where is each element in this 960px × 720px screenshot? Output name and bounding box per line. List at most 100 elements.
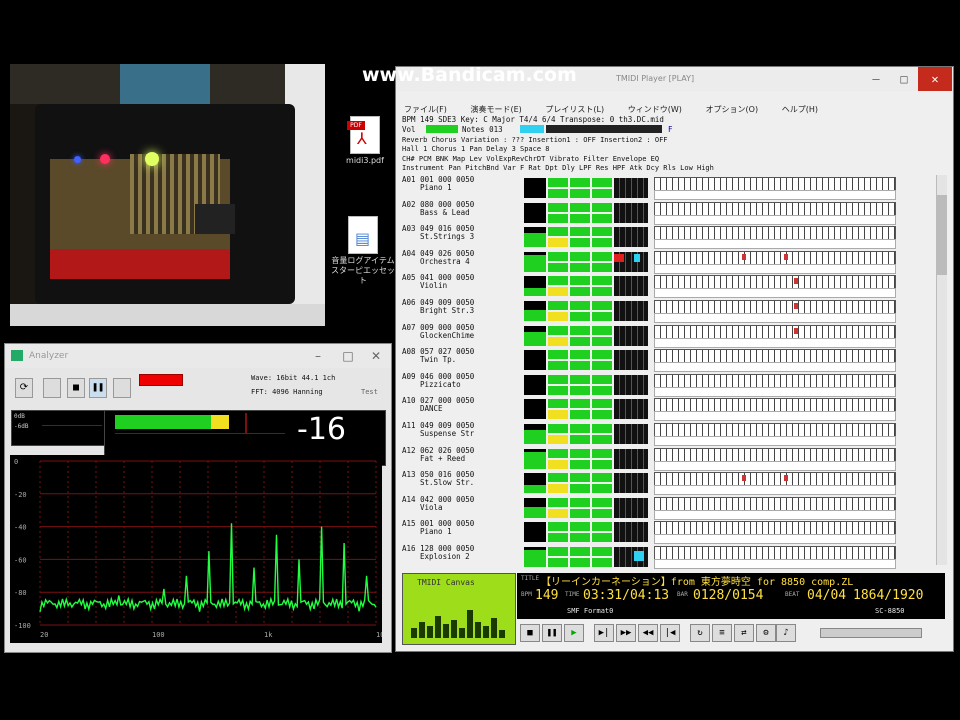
param-cell [592,558,612,567]
level-block [524,522,546,543]
rewind-icon[interactable]: ◀◀ [638,624,658,642]
speaker-icon[interactable]: ♪ [776,624,796,642]
channel-row[interactable]: A09 046 000 0050 Pizzicato [402,372,940,397]
param-cell [592,312,612,321]
desktop-icon-document[interactable]: ▤ 音量ログアイテム スターピエッセット [328,216,398,286]
meter-scale [115,433,285,434]
channel-row[interactable]: A11 049 009 0050 Suspense Str [402,422,940,446]
channel-row[interactable]: A13 050 016 0050 St.Slow Str. [402,471,940,496]
param-cell [548,325,568,335]
param-cell [592,385,612,395]
mini-meter-cell [614,227,648,248]
param-cell [548,361,568,371]
channel-row[interactable]: A15 001 000 0050 Piano 1 [402,520,940,545]
playlist-icon[interactable]: ≡ [712,624,732,642]
channel-label: A14 042 000 0050 Viola [402,495,522,520]
minimize-icon[interactable]: – [305,344,331,368]
level-block [524,251,546,272]
piano-keyboard [654,398,896,413]
param-cell [548,350,568,360]
piano-keyboard [654,373,896,388]
param-cell [592,424,612,433]
channel-row[interactable]: A16 128 000 0050 Explosion 2 [402,545,940,569]
active-note [784,253,788,260]
channel-label: A06 049 009 0050 Bright Str.3 [402,299,522,323]
param-cell [592,497,612,507]
channel-row[interactable]: A04 049 026 0050 Orchestra 4 [402,249,940,274]
param-cell [592,459,612,469]
loop-icon[interactable]: ↻ [690,624,710,642]
volume-slider[interactable] [820,628,922,638]
param-cell [548,276,568,286]
param-cell [570,459,590,469]
param-cell [570,361,590,371]
channel-label: A15 001 000 0050 Piano 1 [402,520,522,544]
shuffle-icon[interactable]: ⇄ [734,624,754,642]
watermark: www.Bandicam.com [362,64,577,86]
stop-icon[interactable]: ■ [520,624,540,642]
beat-value: 04/04 [807,588,847,603]
level-block [524,497,546,518]
param-cell [570,374,590,384]
channel-row[interactable]: A01 001 000 0050 Piano 1 [402,176,940,200]
effects-row-2: Hall 1 Chorus 1 Pan Delay 3 Space 8 [402,145,550,153]
param-cell [570,497,590,507]
fft-info: FFT: 4096 Hanning [251,388,323,396]
menu-play-mode[interactable]: 演奏モード(E) [470,105,521,114]
param-cell [570,473,590,483]
level-block [524,448,546,469]
minimize-icon[interactable]: – [862,67,890,91]
menu-options[interactable]: オプション(O) [706,105,759,114]
stop-button[interactable]: ■ [67,378,85,398]
menu-help[interactable]: ヘルプ(H) [782,105,818,114]
blank-button[interactable] [43,378,61,398]
close-icon[interactable]: ✕ [918,67,952,91]
menu-file[interactable]: ファイル(F) [404,105,447,114]
param-cell [570,312,590,321]
channel-row[interactable]: A07 009 000 0050 GlockenChime [402,323,940,348]
record-button[interactable]: ⟳ [15,378,33,398]
piano-keyboard [654,201,896,216]
next-icon[interactable]: ▶| [594,624,614,642]
menu-playlist[interactable]: プレイリスト(L) [545,105,604,114]
pause-button[interactable]: ❚❚ [89,378,107,398]
channel-label: A03 049 016 0050 St.Strings 3 [402,225,522,249]
channel-label: A05 041 000 0050 Violin [402,274,522,298]
channel-row[interactable]: A03 049 016 0050 St.Strings 3 [402,225,940,250]
menu-bar: ファイル(F) 演奏モード(E) プレイリスト(L) ウィンドウ(W) オプショ… [404,97,818,116]
channel-row[interactable]: A05 041 000 0050 Violin [402,274,940,299]
channel-header-2: Instrument Pan PitchBnd Var F Rat Dpt Dl… [402,164,714,172]
previous-icon[interactable]: |◀ [660,624,680,642]
desktop-icon-pdf[interactable]: PDF ⅄ midi3.pdf [330,116,400,166]
instrument-name: St.Strings 3 [420,232,475,242]
menu-window[interactable]: ウィンドウ(W) [628,105,682,114]
settings-icon[interactable]: ⚙ [756,624,776,642]
channel-row[interactable]: A12 062 026 0050 Fat + Reed [402,446,940,471]
option-button[interactable] [113,378,131,398]
maximize-icon[interactable]: □ [890,67,918,91]
param-cell [570,508,590,518]
piano-roll [654,313,896,323]
channel-row[interactable]: A02 080 000 0050 Bass & Lead [402,200,940,225]
pause-icon[interactable]: ❚❚ [542,624,562,642]
channel-row[interactable]: A10 027 000 0050 DANCE [402,397,940,422]
param-cell [570,238,590,248]
y-tick-label: -80 [14,589,27,597]
play-icon[interactable]: ▶ [564,624,584,642]
param-cell [570,385,590,395]
maximize-icon[interactable]: □ [335,344,361,368]
analyzer-titlebar[interactable]: Analyzer – □ ✕ [5,344,391,368]
channel-label: A13 050 016 0050 St.Slow Str. [402,471,522,495]
param-cell [592,189,612,198]
channel-row[interactable]: A14 042 000 0050 Viola [402,495,940,520]
piano-roll [654,190,896,200]
piano-keyboard [654,423,896,437]
channel-row[interactable]: A06 049 009 0050 Bright Str.3 [402,299,940,323]
close-icon[interactable]: ✕ [363,344,389,368]
y-tick-label: -60 [14,556,27,564]
mini-meter-cell [614,374,648,395]
channel-row[interactable]: A08 057 027 0050 Twin Tp. [402,348,940,373]
fast-forward-icon[interactable]: ▶▶ [616,624,636,642]
app-icon [11,350,23,361]
param-cell [570,202,590,212]
